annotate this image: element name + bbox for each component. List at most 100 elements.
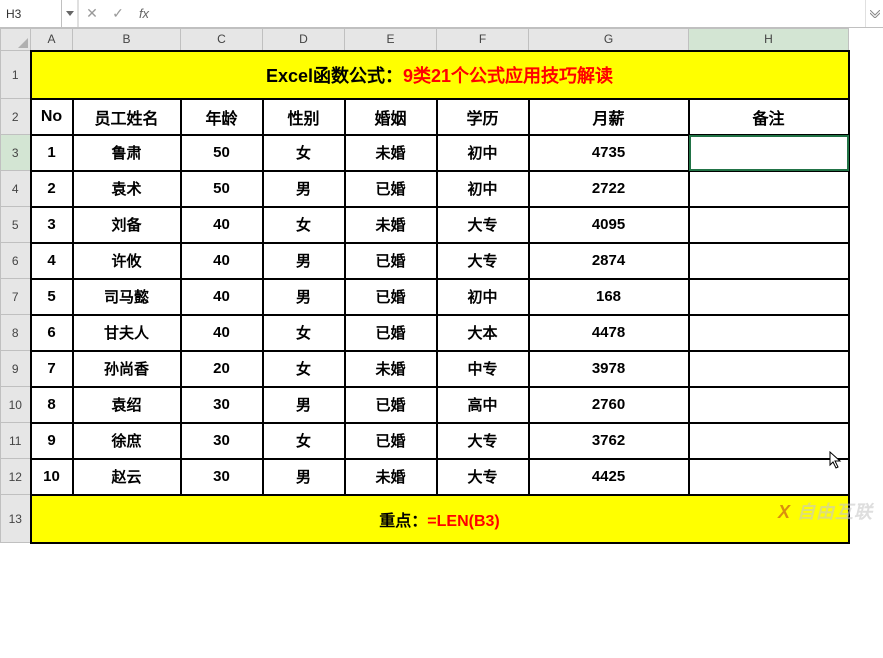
cell[interactable]: 女 [263, 423, 345, 459]
row-header-9[interactable]: 9 [1, 351, 31, 387]
row-header-10[interactable]: 10 [1, 387, 31, 423]
column-header-C[interactable]: C [181, 29, 263, 51]
cell[interactable]: 未婚 [345, 207, 437, 243]
header-remark[interactable]: 备注 [689, 99, 849, 135]
cell[interactable]: 女 [263, 135, 345, 171]
title-cell[interactable]: Excel函数公式：9类21个公式应用技巧解读 [31, 51, 849, 99]
cancel-icon[interactable]: ✕ [79, 0, 105, 27]
cell[interactable]: 甘夫人 [73, 315, 181, 351]
cell[interactable]: 已婚 [345, 387, 437, 423]
footer-cell[interactable]: 重点：=LEN(B3) [31, 495, 849, 543]
cell[interactable]: 男 [263, 171, 345, 207]
cell[interactable]: 30 [181, 459, 263, 495]
header-marital[interactable]: 婚姻 [345, 99, 437, 135]
cell[interactable]: 2 [31, 171, 73, 207]
cell[interactable]: 女 [263, 351, 345, 387]
row-header-7[interactable]: 7 [1, 279, 31, 315]
enter-icon[interactable]: ✓ [105, 0, 131, 27]
cell[interactable]: 初中 [437, 135, 529, 171]
row-header-1[interactable]: 1 [1, 51, 31, 99]
cell[interactable]: 10 [31, 459, 73, 495]
column-header-E[interactable]: E [345, 29, 437, 51]
expand-formula-bar-icon[interactable] [865, 0, 883, 27]
cell[interactable] [689, 387, 849, 423]
row-header-5[interactable]: 5 [1, 207, 31, 243]
cell[interactable]: 40 [181, 315, 263, 351]
column-header-B[interactable]: B [73, 29, 181, 51]
cell[interactable]: 女 [263, 207, 345, 243]
cell[interactable]: 许攸 [73, 243, 181, 279]
column-header-G[interactable]: G [529, 29, 689, 51]
cell[interactable]: 高中 [437, 387, 529, 423]
header-no[interactable]: No [31, 99, 73, 135]
cell[interactable]: 40 [181, 243, 263, 279]
cell[interactable]: 大专 [437, 459, 529, 495]
cell[interactable]: 30 [181, 387, 263, 423]
name-box[interactable]: H3 [0, 0, 62, 27]
cell[interactable]: 大专 [437, 243, 529, 279]
cell[interactable]: 孙尚香 [73, 351, 181, 387]
cell[interactable] [689, 243, 849, 279]
cell[interactable]: 鲁肃 [73, 135, 181, 171]
cell[interactable]: 5 [31, 279, 73, 315]
cell[interactable]: 3 [31, 207, 73, 243]
row-header-3[interactable]: 3 [1, 135, 31, 171]
cell[interactable]: 168 [529, 279, 689, 315]
row-header-4[interactable]: 4 [1, 171, 31, 207]
cell[interactable]: 30 [181, 423, 263, 459]
cell[interactable]: 袁术 [73, 171, 181, 207]
cell[interactable]: 40 [181, 207, 263, 243]
row-header-12[interactable]: 12 [1, 459, 31, 495]
cell[interactable]: 未婚 [345, 459, 437, 495]
cell[interactable] [689, 279, 849, 315]
spreadsheet-grid[interactable]: A B C D E F G H 1 Excel函数公式：9类21个公式应用技巧解… [0, 28, 883, 544]
cell[interactable]: 9 [31, 423, 73, 459]
cell[interactable]: 赵云 [73, 459, 181, 495]
cell[interactable]: 徐庶 [73, 423, 181, 459]
cell[interactable] [689, 423, 849, 459]
cell[interactable]: 已婚 [345, 279, 437, 315]
cell[interactable]: 已婚 [345, 423, 437, 459]
cell[interactable]: 4425 [529, 459, 689, 495]
select-all-corner[interactable] [1, 29, 31, 51]
column-header-D[interactable]: D [263, 29, 345, 51]
cell[interactable]: 50 [181, 135, 263, 171]
cell[interactable]: 4 [31, 243, 73, 279]
cell[interactable]: 已婚 [345, 315, 437, 351]
column-header-A[interactable]: A [31, 29, 73, 51]
cell[interactable]: 2874 [529, 243, 689, 279]
cell[interactable]: 20 [181, 351, 263, 387]
row-header-13[interactable]: 13 [1, 495, 31, 543]
cell[interactable] [689, 459, 849, 495]
cell[interactable]: 40 [181, 279, 263, 315]
cell[interactable]: 已婚 [345, 171, 437, 207]
cell[interactable]: 中专 [437, 351, 529, 387]
cell[interactable]: 已婚 [345, 243, 437, 279]
row-header-11[interactable]: 11 [1, 423, 31, 459]
cell[interactable] [689, 207, 849, 243]
cell[interactable]: 大本 [437, 315, 529, 351]
cell[interactable]: 2760 [529, 387, 689, 423]
cell[interactable]: 司马懿 [73, 279, 181, 315]
column-header-H[interactable]: H [689, 29, 849, 51]
cell[interactable]: 初中 [437, 171, 529, 207]
cell[interactable]: 初中 [437, 279, 529, 315]
cell[interactable] [689, 171, 849, 207]
row-header-2[interactable]: 2 [1, 99, 31, 135]
cell[interactable]: 男 [263, 459, 345, 495]
cell[interactable]: 女 [263, 315, 345, 351]
cell[interactable]: 4735 [529, 135, 689, 171]
row-header-6[interactable]: 6 [1, 243, 31, 279]
cell[interactable] [689, 351, 849, 387]
cell-H3[interactable] [689, 135, 849, 171]
cell[interactable]: 未婚 [345, 351, 437, 387]
row-header-8[interactable]: 8 [1, 315, 31, 351]
cell[interactable]: 6 [31, 315, 73, 351]
cell[interactable]: 大专 [437, 207, 529, 243]
cell[interactable]: 2722 [529, 171, 689, 207]
cell[interactable]: 1 [31, 135, 73, 171]
header-gender[interactable]: 性别 [263, 99, 345, 135]
column-header-F[interactable]: F [437, 29, 529, 51]
formula-input[interactable] [157, 0, 865, 27]
cell[interactable]: 大专 [437, 423, 529, 459]
